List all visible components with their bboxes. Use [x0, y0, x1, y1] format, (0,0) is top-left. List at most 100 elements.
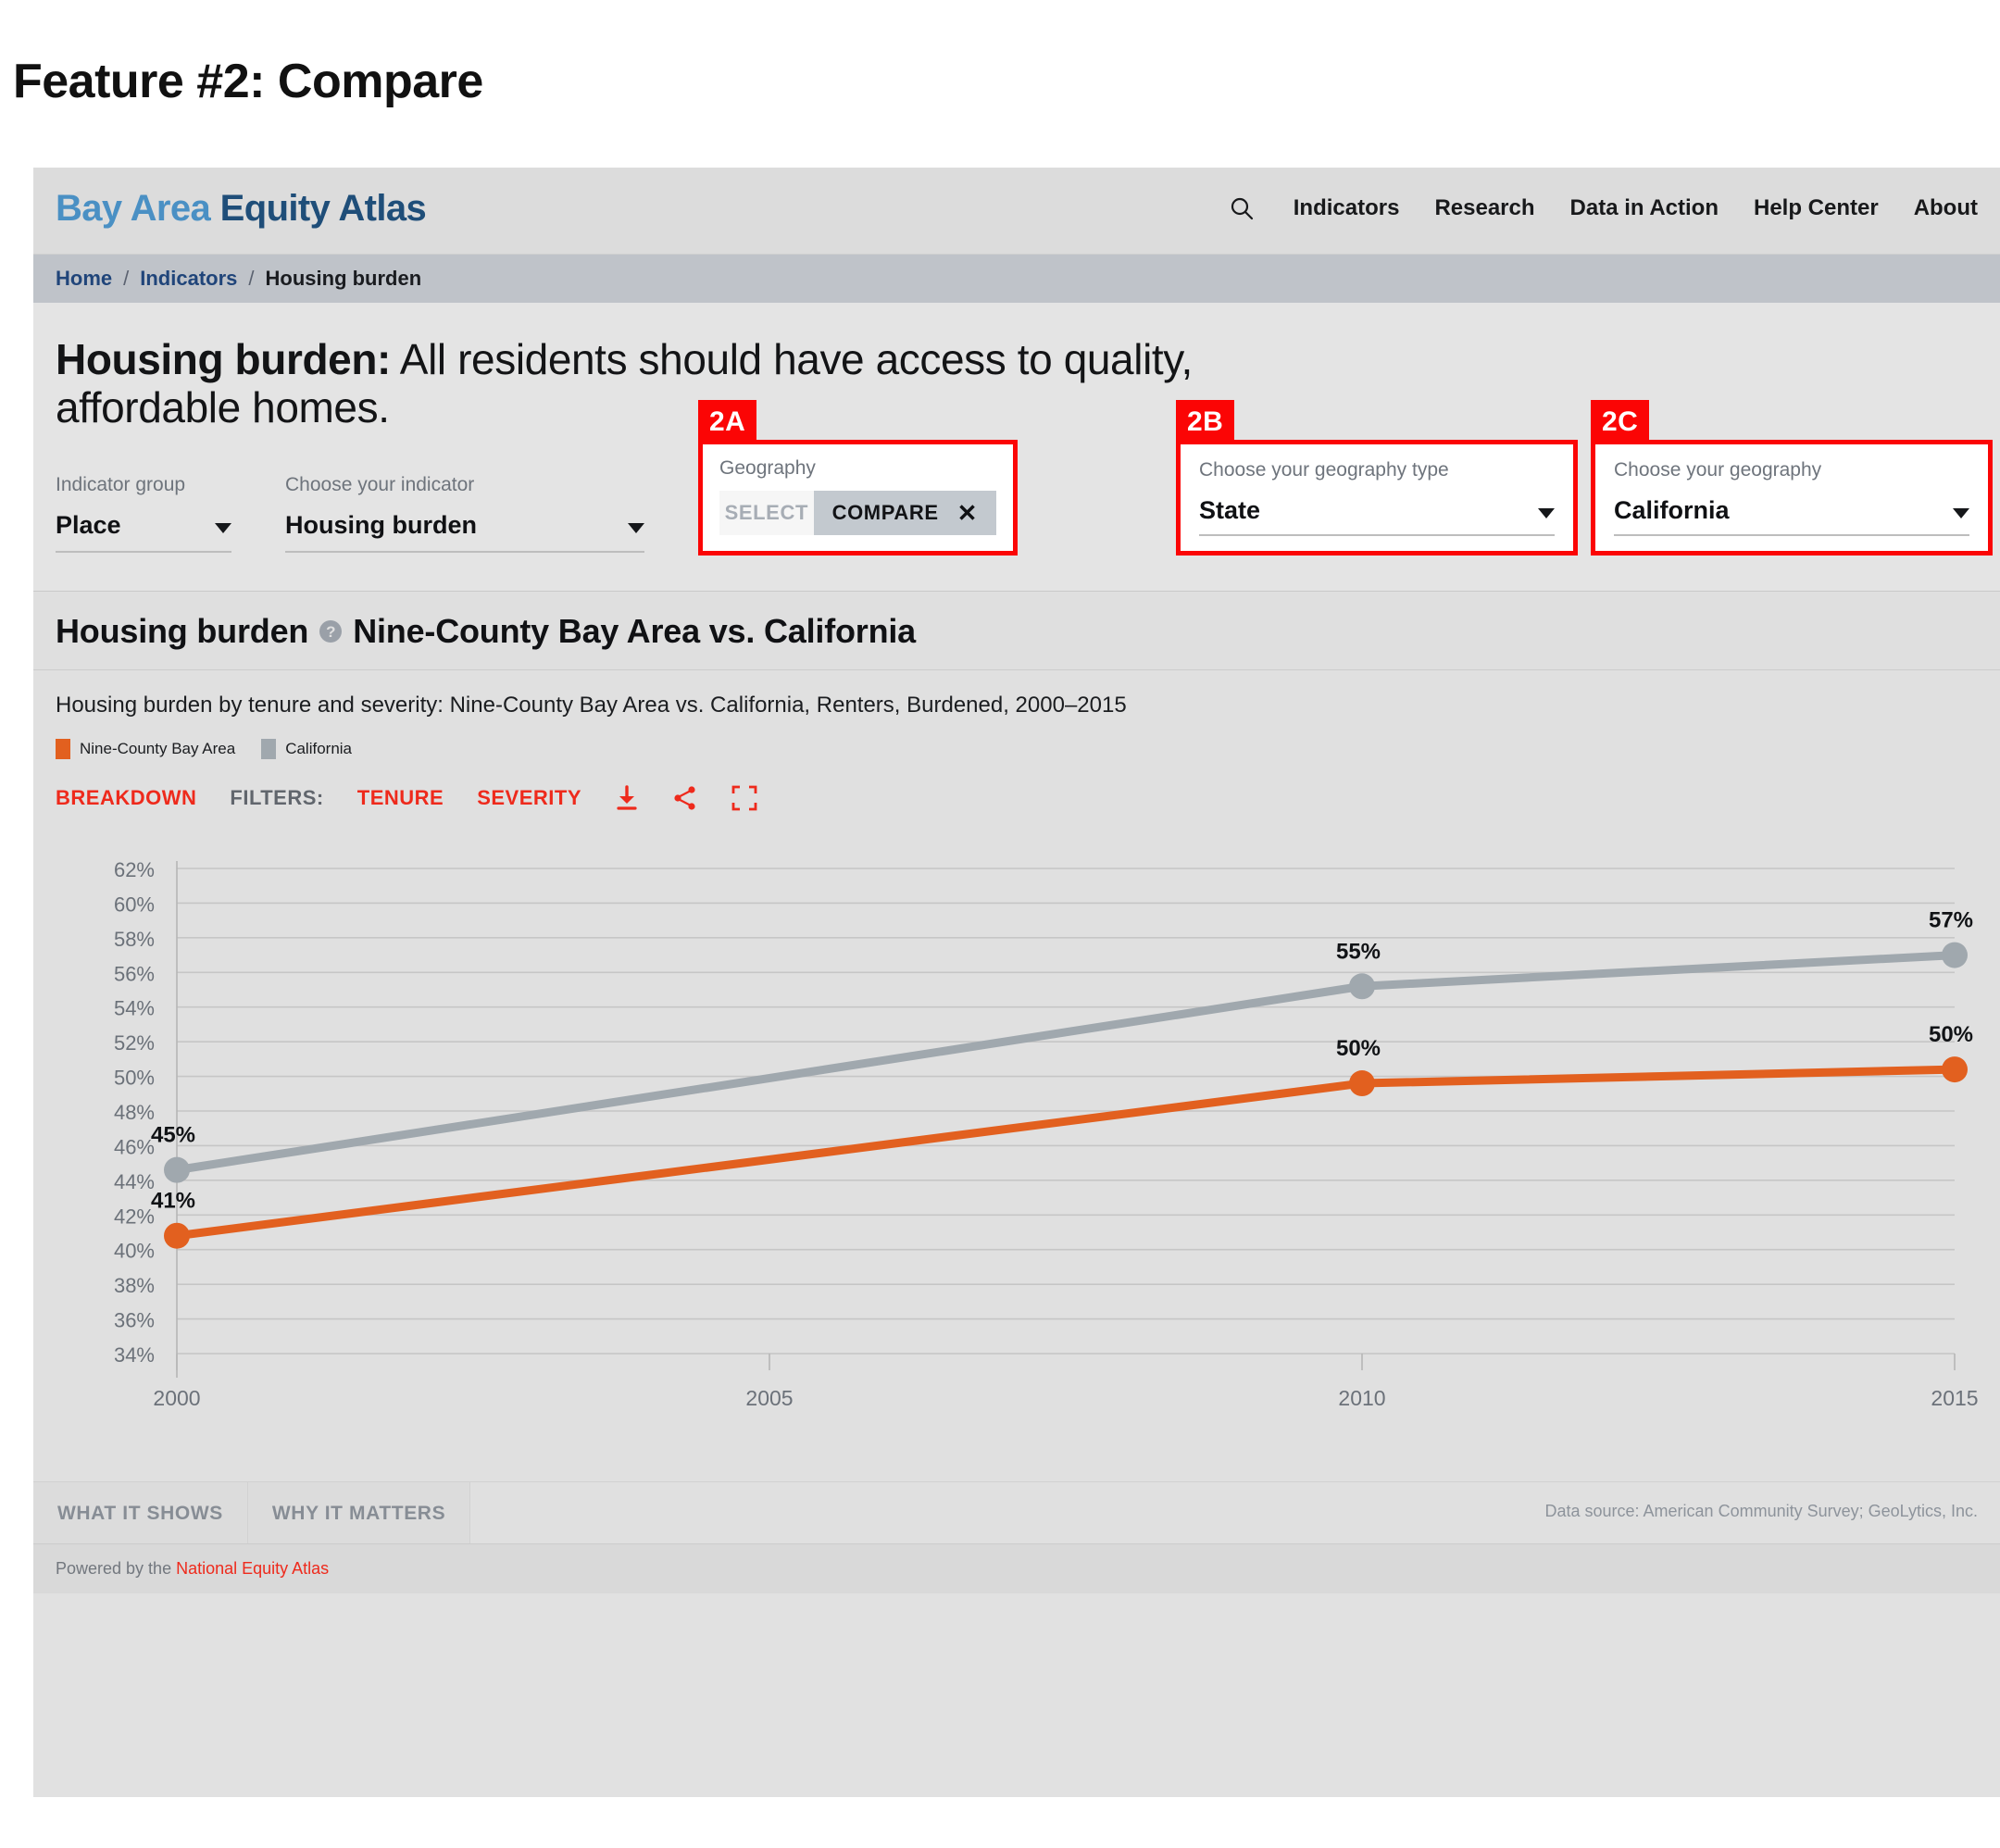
y-axis-tick-label: 50% — [114, 1067, 155, 1090]
app-window: Bay Area Equity Atlas Indicators Researc… — [33, 168, 2000, 1797]
series-point-label: 50% — [1336, 1036, 1381, 1061]
controls-row: Indicator group Place Choose your indica… — [56, 452, 1978, 591]
filter-tenure-button[interactable]: TENURE — [357, 786, 444, 810]
geography-type-select[interactable]: Choose your geography type State — [1181, 444, 1573, 536]
search-icon[interactable] — [1229, 195, 1255, 221]
series-line — [177, 1069, 1955, 1236]
geography-select-button[interactable]: SELECT — [719, 491, 814, 535]
breadcrumb-indicators[interactable]: Indicators — [140, 267, 237, 291]
geography-compare-button[interactable]: COMPARE ✕ — [814, 491, 996, 535]
series-point-label: 41% — [151, 1189, 195, 1214]
legend-label-california: California — [285, 740, 352, 758]
indicator-group-select[interactable]: Indicator group Place — [56, 474, 231, 553]
chevron-down-icon — [628, 523, 644, 533]
share-icon[interactable] — [672, 785, 698, 811]
nav-item-indicators[interactable]: Indicators — [1294, 195, 1400, 221]
chart-subtitle-wrap: Housing burden by tenure and severity: N… — [33, 670, 2000, 759]
help-icon[interactable]: ? — [319, 620, 342, 643]
y-axis-tick-label: 54% — [114, 997, 155, 1020]
geography-type-label: Choose your geography type — [1199, 459, 1555, 481]
y-axis-tick-label: 46% — [114, 1135, 155, 1158]
series-point[interactable] — [1349, 1070, 1375, 1096]
data-source-text: Data source: American Community Survey; … — [1544, 1502, 1978, 1521]
y-axis-tick-label: 62% — [114, 858, 155, 881]
tab-what-it-shows[interactable]: WHAT IT SHOWS — [33, 1482, 248, 1543]
legend-swatch-california — [261, 739, 276, 759]
chart-bottom-tabs: WHAT IT SHOWS WHY IT MATTERS Data source… — [33, 1481, 2000, 1543]
indicator-group-value: Place — [56, 511, 121, 540]
annotation-box-2c: 2C Choose your geography California — [1591, 440, 1993, 556]
tab-why-it-matters[interactable]: WHY IT MATTERS — [248, 1482, 470, 1543]
series-point-label: 50% — [1929, 1022, 1973, 1047]
series-point[interactable] — [164, 1223, 190, 1249]
site-header: Bay Area Equity Atlas Indicators Researc… — [33, 168, 2000, 255]
y-axis-tick-label: 44% — [114, 1170, 155, 1193]
x-axis-tick-label: 2010 — [1338, 1386, 1385, 1410]
hero-section: Housing burden: All residents should hav… — [33, 303, 2000, 591]
powered-by-footer: Powered by the National Equity Atlas — [33, 1543, 2000, 1593]
chart-plot-area: 34%36%38%40%42%44%46%48%50%52%54%56%58%6… — [33, 833, 2000, 1481]
nav-item-help-center[interactable]: Help Center — [1754, 195, 1879, 221]
y-axis-tick-label: 38% — [114, 1274, 155, 1297]
geography-value-select[interactable]: Choose your geography California — [1595, 444, 1988, 536]
annotation-box-2b: 2B Choose your geography type State — [1176, 440, 1578, 556]
annotation-tag-2b: 2B — [1176, 400, 1234, 444]
close-icon[interactable]: ✕ — [957, 501, 978, 525]
chevron-down-icon — [215, 523, 231, 533]
indicator-select[interactable]: Choose your indicator Housing burden — [285, 474, 644, 553]
line-chart-svg: 34%36%38%40%42%44%46%48%50%52%54%56%58%6… — [33, 833, 2000, 1481]
series-point-label: 45% — [151, 1123, 195, 1148]
download-icon[interactable] — [615, 785, 639, 811]
chart-subtitle: Housing burden by tenure and severity: N… — [56, 693, 1978, 718]
indicator-label: Choose your indicator — [285, 474, 644, 496]
breadcrumb-current: Housing burden — [266, 267, 422, 291]
y-axis-tick-label: 52% — [114, 1031, 155, 1055]
series-point[interactable] — [1349, 973, 1375, 999]
series-point-label: 55% — [1336, 939, 1381, 964]
geography-type-value: State — [1199, 496, 1260, 525]
powered-by-prefix: Powered by the — [56, 1559, 176, 1578]
legend-label-bay-area: Nine-County Bay Area — [80, 740, 235, 758]
y-axis-tick-label: 42% — [114, 1205, 155, 1228]
geography-label: Geography — [719, 457, 996, 480]
logo-equity-atlas: Equity Atlas — [220, 188, 426, 229]
legend-item-bay-area[interactable]: Nine-County Bay Area — [56, 739, 235, 759]
chart-toolbar: BREAKDOWN FILTERS: TENURE SEVERITY — [33, 759, 2000, 833]
y-axis-tick-label: 60% — [114, 893, 155, 916]
filter-severity-button[interactable]: SEVERITY — [477, 786, 581, 810]
nav-item-research[interactable]: Research — [1434, 195, 1534, 221]
logo-bay-area: Bay Area — [56, 188, 210, 229]
series-line — [177, 955, 1955, 1170]
chart-card: Housing burden ? Nine-County Bay Area vs… — [33, 591, 2000, 1481]
national-equity-atlas-link[interactable]: National Equity Atlas — [176, 1559, 329, 1578]
chevron-down-icon — [1538, 508, 1555, 518]
geography-value-label: Choose your geography — [1614, 459, 1969, 481]
page-title-bold: Housing burden: — [56, 335, 391, 383]
breadcrumb-separator: / — [248, 267, 254, 291]
site-logo[interactable]: Bay Area Equity Atlas — [56, 188, 426, 230]
annotation-box-2a: 2A Geography SELECT COMPARE ✕ — [698, 440, 1018, 556]
y-axis-tick-label: 56% — [114, 962, 155, 985]
legend-swatch-bay-area — [56, 739, 70, 759]
series-point[interactable] — [164, 1157, 190, 1183]
series-point[interactable] — [1942, 1056, 1968, 1082]
y-axis-tick-label: 40% — [114, 1240, 155, 1263]
geography-value: California — [1614, 496, 1730, 525]
breakdown-button[interactable]: BREAKDOWN — [56, 786, 196, 810]
fullscreen-icon[interactable] — [731, 785, 757, 811]
chart-title: Housing burden ? Nine-County Bay Area vs… — [56, 612, 1978, 651]
series-point-label: 57% — [1929, 908, 1973, 933]
breadcrumb-home[interactable]: Home — [56, 267, 112, 291]
nav-item-data-in-action[interactable]: Data in Action — [1570, 195, 1719, 221]
x-axis-tick-label: 2000 — [153, 1386, 200, 1410]
chart-title-suffix: Nine-County Bay Area vs. California — [353, 612, 916, 651]
slide-title: Feature #2: Compare — [13, 54, 483, 109]
nav-item-about[interactable]: About — [1914, 195, 1978, 221]
annotation-tag-2c: 2C — [1591, 400, 1649, 444]
chart-title-bar: Housing burden ? Nine-County Bay Area vs… — [33, 591, 2000, 670]
series-point[interactable] — [1942, 943, 1968, 968]
main-nav: Indicators Research Data in Action Help … — [1229, 195, 1978, 221]
indicator-value: Housing burden — [285, 511, 477, 540]
legend-item-california[interactable]: California — [261, 739, 352, 759]
annotation-tag-2a: 2A — [698, 400, 756, 444]
